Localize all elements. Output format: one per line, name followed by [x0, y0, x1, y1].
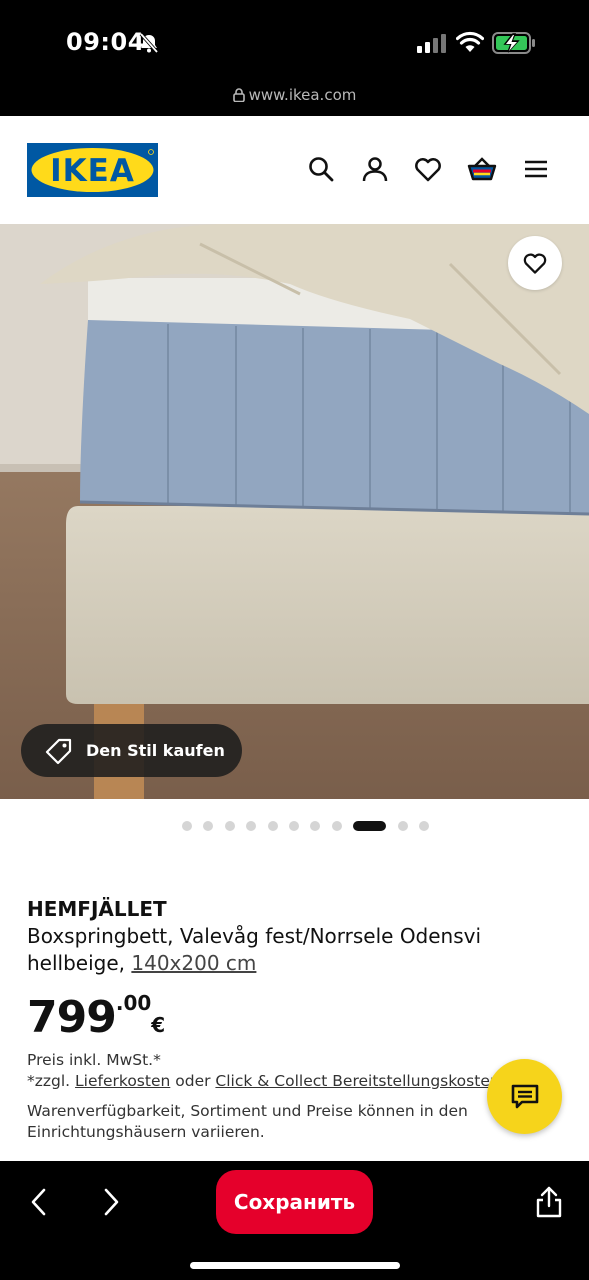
product-size-link[interactable]: 140x200 cm [131, 951, 256, 975]
menu-icon[interactable] [521, 154, 551, 184]
carousel-dot-active[interactable] [353, 821, 387, 831]
forward-icon[interactable] [98, 1187, 124, 1217]
availability-note: Warenverfügbarkeit, Sortiment und Preise… [27, 1102, 468, 1141]
home-indicator[interactable] [190, 1262, 400, 1269]
shipping-note: *zzgl. Lieferkosten oder Click & Collect… [27, 1072, 500, 1090]
price-decimal: .00 [115, 991, 152, 1015]
ship-mid: oder [175, 1072, 211, 1090]
ship-prefix: *zzgl. [27, 1072, 71, 1090]
carousel-dot[interactable] [310, 821, 321, 831]
carousel-dot[interactable] [203, 821, 214, 831]
carousel-dot[interactable] [397, 821, 408, 831]
ikea-logo[interactable]: IKEA [27, 143, 158, 197]
product-image[interactable]: Den Stil kaufen [0, 224, 589, 799]
shop-the-style-button[interactable]: Den Stil kaufen [21, 724, 242, 777]
share-icon[interactable] [533, 1185, 565, 1219]
browser-toolbar: Сохранить [0, 1161, 589, 1280]
status-bar: 09:04 www.ikea.com [0, 0, 589, 116]
url-text: www.ikea.com [248, 86, 357, 104]
product-photo [0, 224, 589, 799]
click-collect-link[interactable]: Click & Collect Bereitstellungskosten [215, 1072, 499, 1090]
save-favorite-button[interactable] [508, 236, 562, 290]
delivery-costs-link[interactable]: Lieferkosten [75, 1072, 170, 1090]
status-time: 09:04 [66, 28, 145, 56]
product-price: 799.00€ [27, 991, 165, 1043]
carousel-dots[interactable] [0, 819, 589, 833]
lock-icon [232, 88, 245, 102]
url-bar[interactable]: www.ikea.com [0, 86, 589, 104]
carousel-dot[interactable] [289, 821, 299, 831]
carousel-dot[interactable] [246, 821, 257, 831]
product-description: Boxspringbett, Valevåg fest/Norrsele Ode… [27, 923, 547, 977]
search-icon[interactable] [306, 154, 336, 184]
heart-icon[interactable] [413, 154, 443, 184]
product-info: HEMFJÄLLET Boxspringbett, Valevåg fest/N… [0, 799, 589, 1161]
back-icon[interactable] [26, 1187, 52, 1217]
shop-the-style-label: Den Stil kaufen [86, 741, 225, 760]
user-icon[interactable] [360, 154, 390, 184]
chat-icon [511, 1084, 538, 1108]
carousel-dot[interactable] [224, 821, 235, 831]
price-tag-icon [45, 738, 72, 764]
heart-icon [523, 253, 547, 274]
save-button[interactable]: Сохранить [216, 1170, 373, 1234]
logo-text: IKEA [50, 153, 135, 189]
carousel-dot[interactable] [419, 821, 429, 831]
carousel-dot[interactable] [331, 821, 342, 831]
cart-icon[interactable] [467, 154, 497, 184]
battery-charging-icon [492, 32, 535, 54]
site-header: IKEA [0, 116, 589, 224]
chat-button[interactable] [487, 1059, 562, 1134]
tax-note: Preis inkl. MwSt.* [27, 1051, 161, 1069]
price-integer: 799 [27, 992, 117, 1043]
carousel-dot[interactable] [267, 821, 278, 831]
signal-icon [417, 34, 446, 53]
wifi-icon [456, 31, 484, 52]
price-currency: € [151, 1013, 166, 1037]
bell-slash-icon [139, 32, 159, 54]
carousel-dot[interactable] [182, 821, 192, 831]
product-name: HEMFJÄLLET [27, 897, 167, 921]
